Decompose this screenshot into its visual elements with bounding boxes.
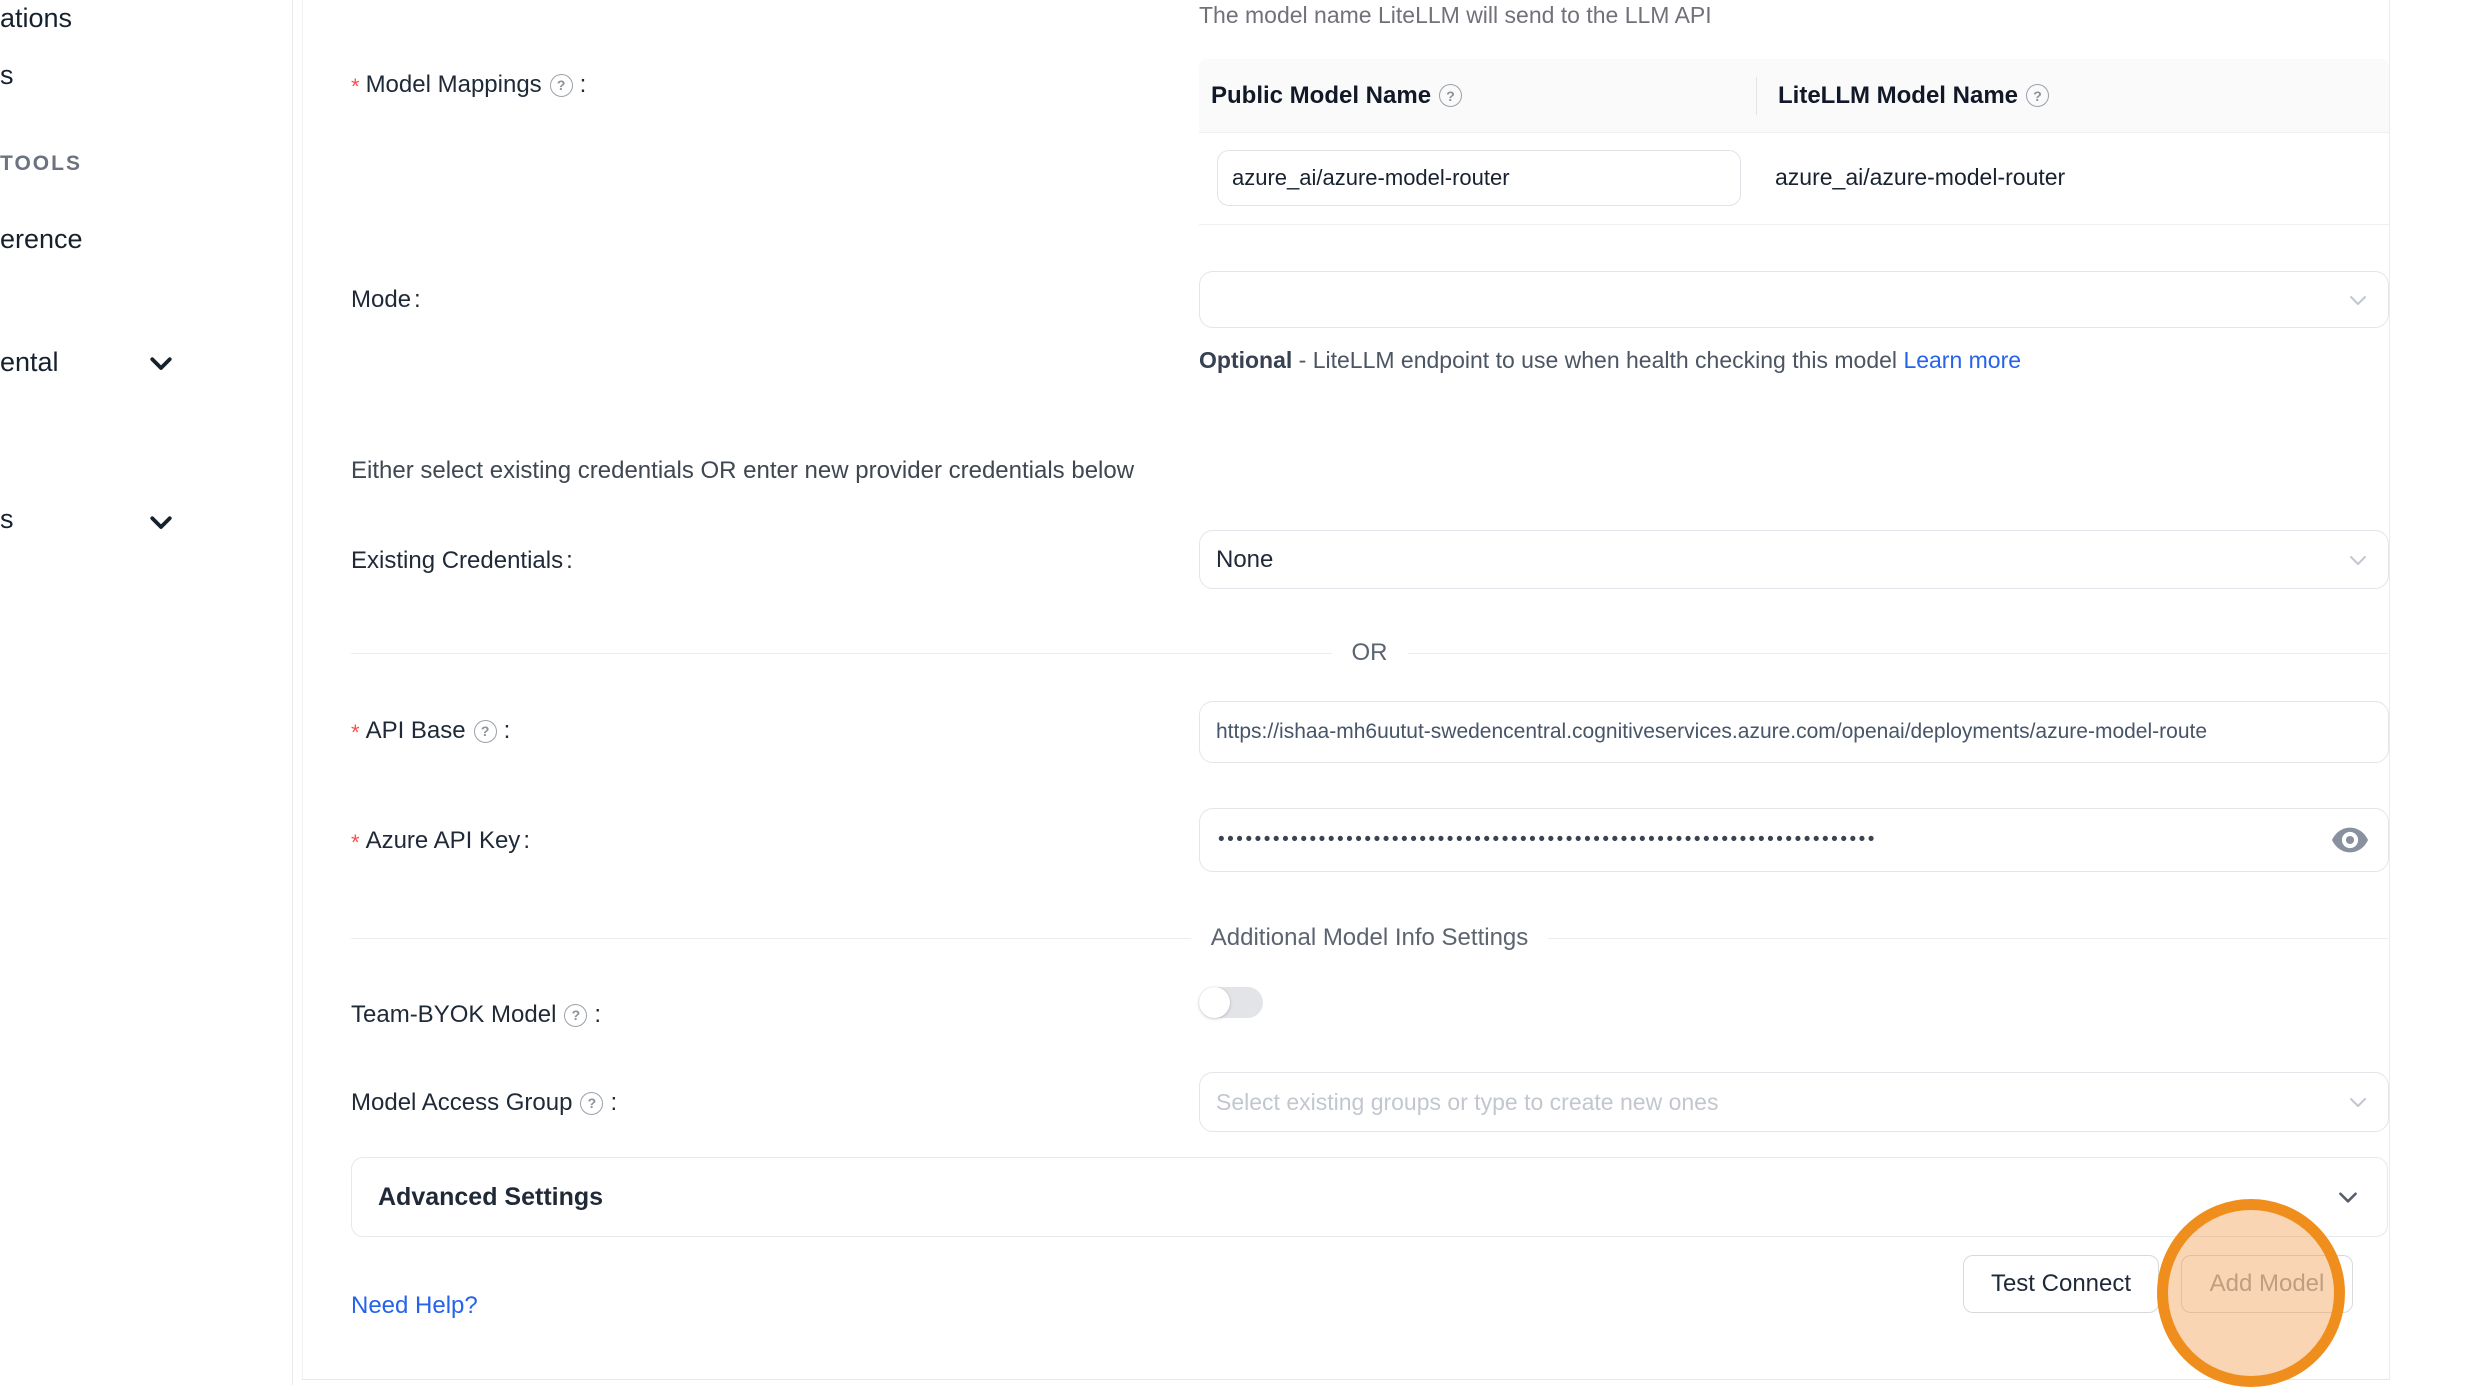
chevron-down-icon	[2346, 548, 2370, 572]
required-asterisk: *	[351, 720, 360, 746]
toggle-knob	[1199, 987, 1230, 1018]
eye-icon[interactable]	[2332, 827, 2368, 853]
help-icon[interactable]: ?	[2026, 84, 2049, 107]
sidebar: ations s TOOLS erence ental s	[0, 0, 293, 1385]
column-divider	[1756, 77, 1757, 115]
api-base-label: * API Base ? :	[351, 716, 510, 746]
required-asterisk: *	[351, 74, 360, 100]
table-row: azure_ai/azure-model-router	[1199, 133, 2389, 225]
api-base-value: https://ishaa-mh6uutut-swedencentral.cog…	[1200, 720, 2207, 744]
sidebar-item-users[interactable]: s	[0, 60, 14, 91]
advanced-settings-label: Advanced Settings	[378, 1183, 2335, 1212]
existing-credentials-label: Existing Credentials:	[351, 547, 573, 575]
help-icon[interactable]: ?	[474, 720, 497, 743]
selected-value: None	[1200, 546, 1273, 574]
sidebar-item-organizations[interactable]: ations	[0, 3, 72, 34]
column-header-litellm-model-name: LiteLLM Model Name ?	[1756, 82, 2389, 110]
mode-select[interactable]	[1199, 271, 2389, 328]
table-header-row: Public Model Name ? LiteLLM Model Name ?	[1199, 59, 2389, 133]
litellm-model-name-helper: The model name LiteLLM will send to the …	[1199, 2, 1712, 29]
chevron-down-icon	[2346, 1090, 2370, 1114]
or-divider: OR	[351, 638, 2388, 668]
model-access-group-select[interactable]: Select existing groups or type to create…	[1199, 1072, 2389, 1132]
required-asterisk: *	[351, 830, 360, 856]
sidebar-item-settings[interactable]: s	[0, 504, 14, 535]
sidebar-item-api-reference[interactable]: erence	[0, 224, 83, 255]
team-byok-toggle[interactable]	[1199, 987, 1263, 1018]
chevron-down-icon	[2335, 1184, 2361, 1210]
mode-label: Mode:	[351, 286, 421, 314]
help-icon[interactable]: ?	[564, 1004, 587, 1027]
help-icon[interactable]: ?	[1439, 84, 1462, 107]
sidebar-section-tools: TOOLS	[0, 152, 82, 176]
help-icon[interactable]: ?	[580, 1092, 603, 1115]
add-model-form-panel: The model name LiteLLM will send to the …	[302, 0, 2390, 1380]
select-placeholder: Select existing groups or type to create…	[1200, 1089, 1718, 1116]
team-byok-label: Team-BYOK Model ? :	[351, 1001, 601, 1029]
chevron-down-icon	[2346, 288, 2370, 312]
chevron-down-icon[interactable]	[146, 507, 176, 537]
add-model-button[interactable]: Add Model	[2181, 1255, 2353, 1313]
chevron-down-icon[interactable]	[146, 348, 176, 378]
azure-api-key-label: * Azure API Key :	[351, 826, 530, 856]
help-icon[interactable]: ?	[550, 74, 573, 97]
api-base-input[interactable]: https://ishaa-mh6uutut-swedencentral.cog…	[1199, 701, 2389, 763]
model-mappings-label: * Model Mappings ? :	[351, 70, 586, 100]
mode-hint: Optional - LiteLLM endpoint to use when …	[1199, 340, 2039, 380]
model-access-group-label: Model Access Group ? :	[351, 1089, 617, 1117]
credentials-note: Either select existing credentials OR en…	[351, 457, 1134, 485]
advanced-settings-panel[interactable]: Advanced Settings	[351, 1157, 2388, 1237]
learn-more-link[interactable]: Learn more	[1903, 347, 2021, 373]
masked-password-value: ••••••••••••••••••••••••••••••••••••••••…	[1200, 829, 2290, 851]
azure-api-key-input[interactable]: ••••••••••••••••••••••••••••••••••••••••…	[1199, 808, 2389, 872]
test-connect-button[interactable]: Test Connect	[1963, 1255, 2159, 1313]
sidebar-item-experimental[interactable]: ental	[0, 347, 59, 378]
public-model-name-input[interactable]	[1217, 150, 1741, 206]
additional-info-divider: Additional Model Info Settings	[351, 923, 2388, 953]
need-help-link[interactable]: Need Help?	[351, 1292, 478, 1320]
column-header-public-model-name: Public Model Name ?	[1199, 82, 1756, 110]
litellm-model-name-value: azure_ai/azure-model-router	[1775, 164, 2065, 191]
model-mappings-table: Public Model Name ? LiteLLM Model Name ?…	[1199, 59, 2389, 225]
existing-credentials-select[interactable]: None	[1199, 530, 2389, 589]
